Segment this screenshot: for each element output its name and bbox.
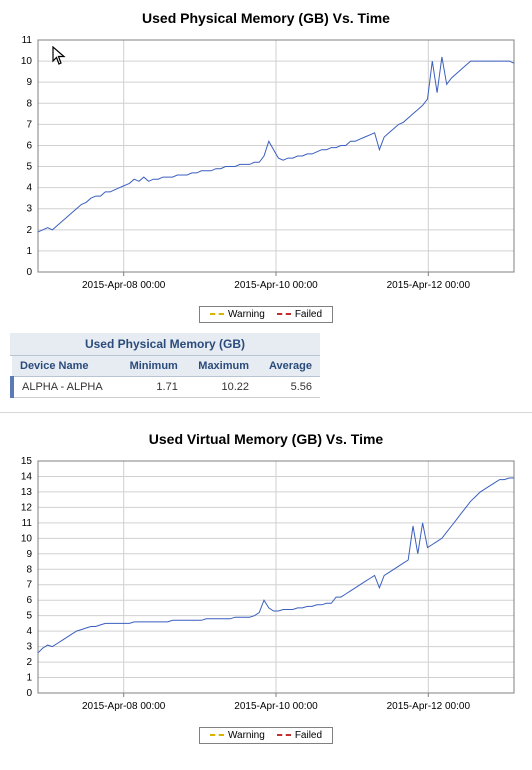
svg-text:2015-Apr-10 00:00: 2015-Apr-10 00:00 — [234, 280, 318, 291]
svg-text:10: 10 — [21, 533, 33, 544]
chart-legend: Warning Failed — [199, 306, 333, 323]
svg-text:5: 5 — [26, 611, 32, 622]
plot-area: 01234567891011121314152015-Apr-08 00:002… — [0, 453, 532, 723]
svg-text:2015-Apr-08 00:00: 2015-Apr-08 00:00 — [82, 280, 166, 291]
svg-text:12: 12 — [21, 502, 33, 513]
stats-table: Device Name Minimum Maximum Average ALPH… — [10, 356, 320, 398]
svg-text:2: 2 — [26, 225, 32, 236]
table-header-row: Device Name Minimum Maximum Average — [12, 356, 320, 377]
svg-text:0: 0 — [26, 688, 32, 699]
chart-title: Used Virtual Memory (GB) Vs. Time — [0, 421, 532, 453]
svg-text:2015-Apr-10 00:00: 2015-Apr-10 00:00 — [234, 701, 318, 712]
cell-avg: 5.56 — [257, 377, 320, 398]
legend-item-failed: Failed — [277, 730, 322, 741]
svg-text:4: 4 — [26, 626, 32, 637]
svg-text:8: 8 — [26, 564, 32, 575]
cell-device: ALPHA - ALPHA — [12, 377, 117, 398]
svg-text:9: 9 — [26, 549, 32, 560]
separator — [0, 412, 532, 413]
svg-text:10: 10 — [21, 56, 33, 67]
col-min: Minimum — [117, 356, 186, 377]
legend-item-warning: Warning — [210, 309, 265, 320]
stats-table-block: Used Physical Memory (GB) Device Name Mi… — [10, 333, 320, 398]
svg-text:2: 2 — [26, 657, 32, 668]
svg-text:2015-Apr-08 00:00: 2015-Apr-08 00:00 — [82, 701, 166, 712]
svg-text:13: 13 — [21, 487, 33, 498]
svg-text:5: 5 — [26, 162, 32, 173]
cell-max: 10.22 — [186, 377, 257, 398]
svg-text:0: 0 — [26, 267, 32, 278]
svg-text:11: 11 — [22, 518, 33, 529]
cell-min: 1.71 — [117, 377, 186, 398]
svg-text:4: 4 — [26, 183, 32, 194]
chart-physical-memory: Used Physical Memory (GB) Vs. Time 0 1 2 3 4… — [0, 0, 532, 323]
legend-item-warning: Warning — [210, 730, 265, 741]
svg-text:15: 15 — [21, 456, 33, 467]
col-max: Maximum — [186, 356, 257, 377]
plot-svg: 01234567891011121314152015-Apr-08 00:002… — [0, 453, 532, 723]
svg-text:1: 1 — [26, 673, 32, 684]
svg-text:3: 3 — [26, 204, 32, 215]
svg-text:3: 3 — [26, 642, 32, 653]
svg-text:7: 7 — [26, 119, 32, 130]
chart-virtual-memory: Used Virtual Memory (GB) Vs. Time 012345… — [0, 421, 532, 744]
plot-svg: 0 1 2 3 4 5 6 7 8 9 10 11 2015-Apr-08 00:00 2015-Apr-… — [0, 32, 532, 302]
table-row: ALPHA - ALPHA 1.71 10.22 5.56 — [12, 377, 320, 398]
col-device: Device Name — [12, 356, 117, 377]
svg-text:14: 14 — [21, 471, 33, 482]
svg-text:11: 11 — [22, 35, 33, 46]
svg-text:2015-Apr-12 00:00: 2015-Apr-12 00:00 — [387, 280, 471, 291]
svg-text:6: 6 — [26, 595, 32, 606]
legend-item-failed: Failed — [277, 309, 322, 320]
table-title: Used Physical Memory (GB) — [10, 333, 320, 356]
svg-text:7: 7 — [26, 580, 32, 591]
svg-text:2015-Apr-12 00:00: 2015-Apr-12 00:00 — [387, 701, 471, 712]
svg-text:9: 9 — [26, 77, 32, 88]
chart-legend: Warning Failed — [199, 727, 333, 744]
svg-text:6: 6 — [26, 140, 32, 151]
col-avg: Average — [257, 356, 320, 377]
plot-area: 0 1 2 3 4 5 6 7 8 9 10 11 2015-Apr-08 00:00 2015-Apr-… — [0, 32, 532, 302]
svg-text:8: 8 — [26, 98, 32, 109]
svg-text:1: 1 — [26, 246, 32, 257]
chart-title: Used Physical Memory (GB) Vs. Time — [0, 0, 532, 32]
